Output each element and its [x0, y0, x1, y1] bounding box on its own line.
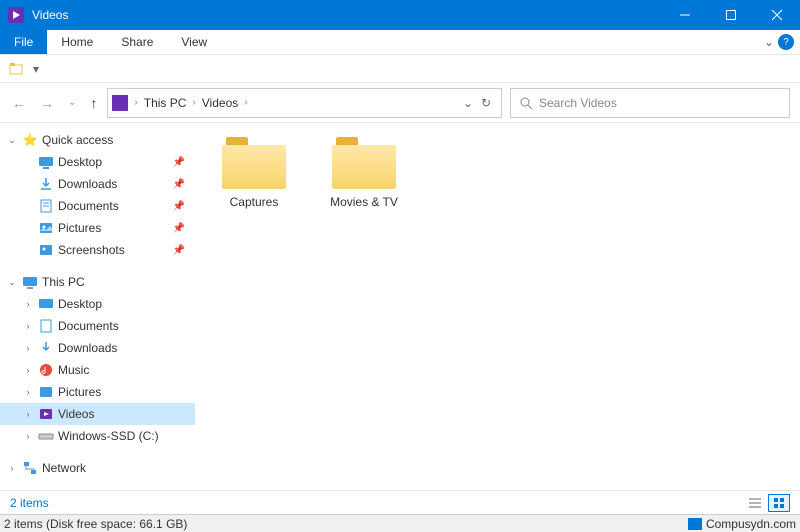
- search-input[interactable]: Search Videos: [510, 88, 790, 118]
- folder-icon: [332, 137, 396, 189]
- view-icons-button[interactable]: [768, 494, 790, 512]
- sidebar-item-pc-documents[interactable]: ›Documents: [0, 315, 195, 337]
- sidebar-this-pc[interactable]: ⌄ This PC: [0, 271, 195, 293]
- breadcrumb-current[interactable]: Videos: [202, 96, 238, 110]
- sidebar-item-pc-music[interactable]: ›Music: [0, 359, 195, 381]
- pin-icon: 📌: [173, 201, 195, 212]
- chevron-right-icon[interactable]: ›: [22, 321, 34, 331]
- music-icon: [38, 362, 54, 378]
- pin-icon: 📌: [173, 157, 195, 168]
- refresh-button[interactable]: ↻: [481, 96, 491, 110]
- downloads-icon: [38, 176, 54, 192]
- chevron-right-icon[interactable]: ›: [22, 299, 34, 309]
- back-button[interactable]: ←: [10, 93, 28, 113]
- sidebar-item-pc-videos[interactable]: ›Videos: [0, 403, 195, 425]
- help-icon[interactable]: ?: [778, 34, 794, 50]
- desktop-icon: [38, 296, 54, 312]
- titlebar: Videos: [0, 0, 800, 30]
- folder-movies-tv[interactable]: Movies & TV: [319, 137, 409, 209]
- videos-app-icon: [8, 7, 24, 23]
- menu-home[interactable]: Home: [47, 30, 107, 54]
- footer-bar: 2 items (Disk free space: 66.1 GB) Compu…: [0, 514, 800, 532]
- up-button[interactable]: ↑: [88, 93, 99, 113]
- sidebar-item-documents[interactable]: Documents📌: [0, 195, 195, 217]
- properties-icon[interactable]: [6, 59, 26, 79]
- sidebar-item-downloads[interactable]: Downloads📌: [0, 173, 195, 195]
- address-bar[interactable]: › This PC › Videos › ⌄ ↻: [107, 88, 502, 118]
- content-pane[interactable]: Captures Movies & TV: [195, 123, 800, 490]
- pc-icon: [22, 274, 38, 290]
- downloads-icon: [38, 340, 54, 356]
- chevron-right-icon: ›: [134, 97, 137, 108]
- sidebar-item-desktop[interactable]: Desktop📌: [0, 151, 195, 173]
- folder-icon: [222, 137, 286, 189]
- folder-captures[interactable]: Captures: [209, 137, 299, 209]
- navigation-pane: ⌄ ⭐ Quick access Desktop📌 Downloads📌 Doc…: [0, 123, 195, 490]
- chevron-right-icon[interactable]: ›: [22, 343, 34, 353]
- close-button[interactable]: [754, 0, 800, 30]
- explorer-window: Videos File Home Share View ⌄ ? ▾ ← → ⌄ …: [0, 0, 800, 532]
- forward-button[interactable]: →: [38, 93, 56, 113]
- pc-icon: [688, 518, 702, 530]
- desktop-icon: [38, 154, 54, 170]
- videos-location-icon: [112, 95, 128, 111]
- sidebar-item-pictures[interactable]: Pictures📌: [0, 217, 195, 239]
- view-details-button[interactable]: [744, 494, 766, 512]
- chevron-right-icon[interactable]: ›: [22, 431, 34, 441]
- maximize-button[interactable]: [708, 0, 754, 30]
- footer-site: Compusydn.com: [706, 517, 796, 531]
- window-title: Videos: [32, 8, 68, 22]
- chevron-right-icon[interactable]: ›: [22, 387, 34, 397]
- sidebar-item-pc-drive-c[interactable]: ›Windows-SSD (C:): [0, 425, 195, 447]
- chevron-down-icon[interactable]: ⌄: [6, 277, 18, 288]
- pictures-icon: [38, 384, 54, 400]
- sidebar-item-pc-desktop[interactable]: ›Desktop: [0, 293, 195, 315]
- pin-icon: 📌: [173, 245, 195, 256]
- sidebar-item-pc-pictures[interactable]: ›Pictures: [0, 381, 195, 403]
- navigation-bar: ← → ⌄ ↑ › This PC › Videos › ⌄ ↻ Search …: [0, 83, 800, 123]
- address-dropdown-icon[interactable]: ⌄: [463, 96, 473, 110]
- drive-icon: [38, 428, 54, 444]
- qat-dropdown-icon[interactable]: ▾: [26, 59, 46, 79]
- pictures-icon: [38, 220, 54, 236]
- pictures-icon: [38, 242, 54, 258]
- folder-label: Movies & TV: [330, 195, 398, 209]
- chevron-right-icon[interactable]: ›: [22, 365, 34, 375]
- sidebar-item-pc-downloads[interactable]: ›Downloads: [0, 337, 195, 359]
- menu-share[interactable]: Share: [107, 30, 167, 54]
- chevron-right-icon[interactable]: ›: [6, 463, 18, 473]
- videos-icon: [38, 406, 54, 422]
- search-icon: [519, 96, 533, 110]
- pin-icon: 📌: [173, 223, 195, 234]
- menu-view[interactable]: View: [167, 30, 221, 54]
- sidebar-item-screenshots[interactable]: Screenshots📌: [0, 239, 195, 261]
- statusbar: 2 items: [0, 490, 800, 514]
- status-text: 2 items: [10, 496, 49, 510]
- menu-file[interactable]: File: [0, 30, 47, 54]
- chevron-right-icon[interactable]: ›: [22, 409, 34, 419]
- chevron-right-icon: ›: [192, 97, 195, 108]
- pin-icon: 📌: [173, 179, 195, 190]
- documents-icon: [38, 318, 54, 334]
- quick-access-toolbar: ▾: [0, 55, 800, 83]
- ribbon-expand-icon[interactable]: ⌄: [764, 35, 774, 49]
- breadcrumb-root[interactable]: This PC: [144, 96, 187, 110]
- menubar: File Home Share View ⌄ ?: [0, 30, 800, 55]
- star-icon: ⭐: [22, 132, 38, 148]
- chevron-down-icon[interactable]: ⌄: [6, 135, 18, 146]
- documents-icon: [38, 198, 54, 214]
- network-icon: [22, 460, 38, 476]
- minimize-button[interactable]: [662, 0, 708, 30]
- chevron-right-icon: ›: [244, 97, 247, 108]
- footer-text: 2 items (Disk free space: 66.1 GB): [4, 517, 187, 531]
- sidebar-network[interactable]: › Network: [0, 457, 195, 479]
- search-placeholder: Search Videos: [539, 96, 617, 110]
- recent-dropdown-icon[interactable]: ⌄: [66, 95, 78, 110]
- sidebar-quick-access[interactable]: ⌄ ⭐ Quick access: [0, 129, 195, 151]
- folder-label: Captures: [230, 195, 279, 209]
